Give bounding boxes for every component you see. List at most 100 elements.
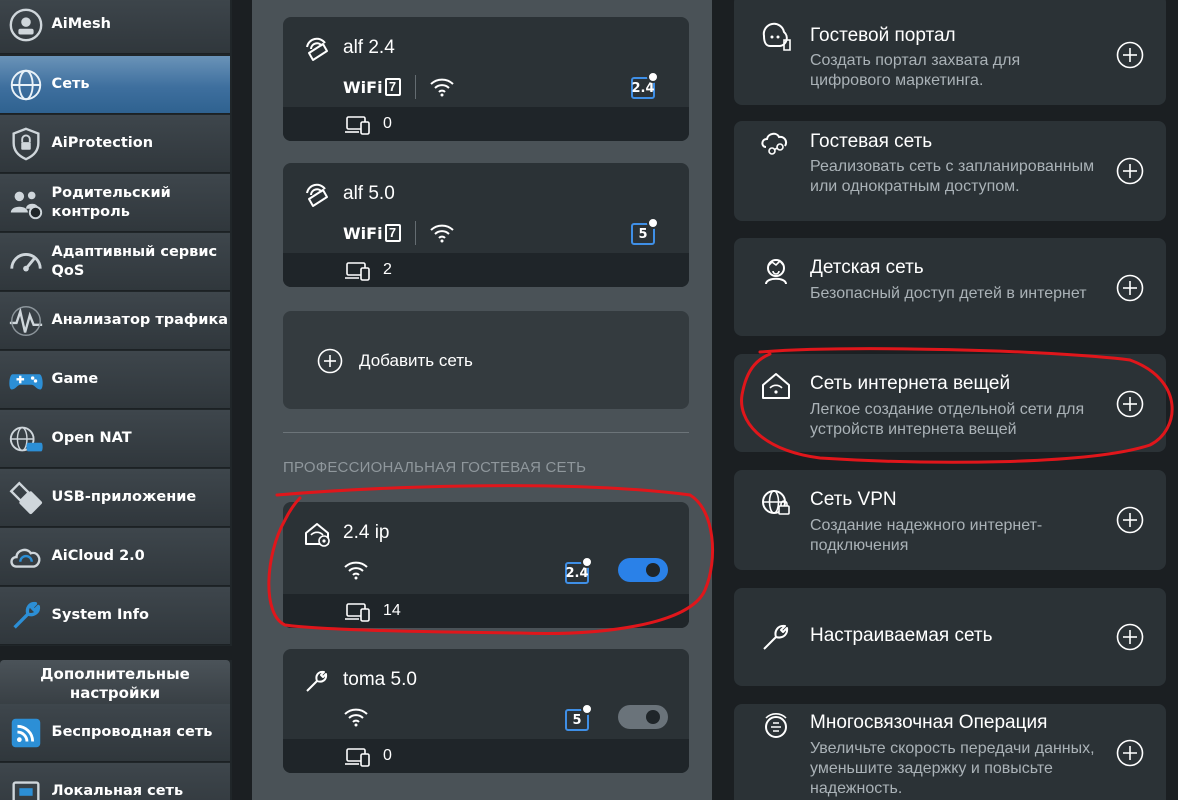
add-circle-icon[interactable] [1116,157,1144,185]
network-name: alf 5.0 [343,183,395,204]
band-badge: 2.4 [565,556,593,586]
add-circle-icon[interactable] [1116,274,1144,302]
network-type-options: Гостевой портал Создать портал захвата д… [712,0,1178,800]
plus-circle-icon [317,348,343,374]
sidebar-item-qos[interactable]: Адаптивный сервис QoS [0,233,230,291]
lock-icon [647,71,659,83]
option-title: Настраиваемая сеть [810,625,993,646]
add-network-button[interactable]: Добавить сеть [283,311,689,409]
add-network-label: Добавить сеть [359,351,473,370]
network-name: alf 2.4 [343,37,395,58]
option-description: Безопасный доступ детей в интернет [810,285,1087,302]
sidebar-item-open-nat[interactable]: Open NAT [0,410,230,468]
guest-portal-icon [762,22,791,51]
network-card[interactable]: alf 5.0 WiFi 7 5 2 [283,163,689,287]
add-circle-icon[interactable] [1116,41,1144,69]
card-footer: 2 [283,253,689,287]
sidebar-item-lan[interactable]: Локальная сеть [0,763,230,800]
option-title: Гостевой портал [810,25,956,46]
add-circle-icon[interactable] [1116,506,1144,534]
cloud-icon [0,528,52,586]
band-badge: 2.4 [631,71,659,101]
devices-icon [345,748,370,767]
sidebar-item-network[interactable]: Сеть [0,56,230,114]
device-count: 2 [383,261,392,278]
option-custom-network[interactable]: Настраиваемая сеть [734,588,1166,686]
network-list-panel: alf 2.4 WiFi 7 2.4 0 alf 5.0 WiFi 7 5 2 До… [252,0,712,800]
sidebar-item-label: Локальная сеть [51,783,184,799]
sidebar-item-label: System Info [51,607,149,623]
parental-control-icon [0,174,52,232]
iot-home-icon [762,373,790,399]
option-vpn-network[interactable]: Сеть VPN Создание надежного интернет-под… [734,470,1166,570]
router-signal-icon [306,37,328,61]
option-kid-network[interactable]: Детская сеть Безопасный доступ детей в и… [734,238,1166,336]
router-signal-icon [306,183,328,207]
sidebar-item-label: USB-приложение [51,489,197,505]
pro-guest-card[interactable]: toma 5.0 5 0 [283,649,689,773]
sidebar-item-label: Родительский контроль [51,184,171,220]
option-description: Реализовать сеть с запланированным или о… [810,158,1095,195]
sidebar-item-aicloud[interactable]: AiCloud 2.0 [0,528,230,586]
advanced-settings-header: Дополнительные настройки [0,660,230,705]
traffic-analyzer-icon [0,292,52,350]
lan-icon [0,763,52,800]
wifi-icon [344,708,368,727]
devices-icon [345,116,370,135]
lock-icon [647,217,659,229]
enable-toggle[interactable] [618,558,668,582]
network-name: toma 5.0 [343,669,417,690]
wifi7-badge: WiFi 7 [343,75,401,99]
add-circle-icon[interactable] [1116,739,1144,767]
sidebar-item-label: Open NAT [51,430,132,446]
option-multilink[interactable]: Многосвязочная Операция Увеличьте скорос… [734,704,1166,800]
sidebar-item-aiprotection[interactable]: AiProtection [0,115,230,173]
option-guest-portal[interactable]: Гостевой портал Создать портал захвата д… [734,0,1166,105]
sidebar-item-parental[interactable]: Родительский контроль [0,174,230,232]
sidebar-item-label: Сеть [51,76,90,92]
option-iot-network[interactable]: Сеть интернета вещей Легкое создание отд… [734,354,1166,452]
sidebar-item-system-info[interactable]: System Info [0,587,230,645]
sidebar-item-aimesh[interactable]: AiMesh [0,0,230,54]
multilink-icon [765,713,787,738]
device-count: 14 [383,602,401,619]
band-badge: 5 [631,217,659,247]
card-footer: 14 [283,594,689,628]
pro-guest-card[interactable]: 2.4 ip 2.4 14 [283,502,689,628]
option-title: Гостевая сеть [810,131,933,152]
card-footer: 0 [283,107,689,141]
card-footer: 0 [283,739,689,773]
sidebar-item-wireless[interactable]: Беспроводная сеть [0,704,230,762]
enable-toggle[interactable] [618,705,668,729]
sidebar-item-label: AiMesh [51,16,111,32]
option-guest-network[interactable]: Гостевая сеть Реализовать сеть с заплани… [734,121,1166,221]
wrench-icon [306,670,328,692]
wifi7-badge: WiFi 7 [343,221,401,245]
band-badge: 5 [565,703,593,733]
device-count: 0 [383,747,392,764]
pro-guest-section-title: ПРОФЕССИОНАЛЬНАЯ ГОСТЕВАЯ СЕТЬ [283,459,587,476]
add-circle-icon[interactable] [1116,390,1144,418]
sidebar-item-label: Анализатор трафика [51,312,229,328]
option-description: Легкое создание отдельной сети для устро… [810,401,1085,438]
option-description: Создание надежного интернет-подключения [810,517,1043,554]
sidebar-item-game[interactable]: Game [0,351,230,409]
wifi-icon [430,78,454,97]
sidebar-item-usb[interactable]: USB-приложение [0,469,230,527]
wifi-icon [430,224,454,243]
aimesh-icon [0,0,52,54]
usb-icon [0,469,52,527]
option-title: Многосвязочная Операция [810,712,1048,733]
lock-icon [581,703,593,715]
option-title: Сеть интернета вещей [810,373,1011,394]
sidebar-item-traffic[interactable]: Анализатор трафика [0,292,230,350]
sidebar-item-label: Беспроводная сеть [51,724,213,740]
devices-icon [345,603,370,622]
add-circle-icon[interactable] [1116,623,1144,651]
network-card[interactable]: alf 2.4 WiFi 7 2.4 0 [283,17,689,141]
network-icon [0,56,52,114]
divider [415,221,416,245]
vpn-globe-icon [762,490,790,515]
section-divider [283,432,689,433]
device-count: 0 [383,115,392,132]
